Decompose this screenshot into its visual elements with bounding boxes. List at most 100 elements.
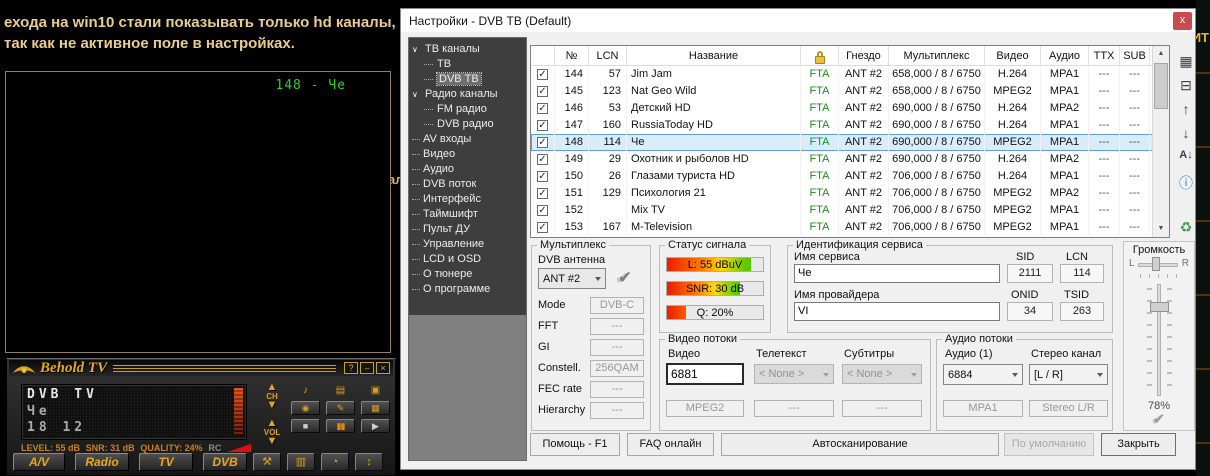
channel-checkbox[interactable]: ✓ <box>537 171 548 182</box>
tree-item[interactable]: DVB поток <box>409 177 526 192</box>
mode-tv-button[interactable]: TV <box>139 453 193 471</box>
audio-pid-select[interactable]: 6884 <box>943 364 1023 385</box>
video-pid-input[interactable]: 6881 <box>666 363 744 385</box>
header-access[interactable] <box>801 46 839 65</box>
header-num[interactable]: № <box>555 46 589 65</box>
info-icon[interactable]: ⓘ <box>1174 173 1198 193</box>
volume-slider-track[interactable] <box>1157 284 1161 396</box>
service-name-input[interactable]: Че <box>794 264 1000 283</box>
sort-az-icon[interactable]: A↓ <box>1174 149 1198 161</box>
channel-checkbox[interactable]: ✓ <box>537 69 548 80</box>
channel-checkbox[interactable]: ✓ <box>537 205 548 216</box>
mode-av-button[interactable]: A/V <box>13 453 65 471</box>
table-row[interactable]: ✓ 145 123 Nat Geo Wild FTA ANT #2 658,00… <box>531 83 1169 100</box>
remove-row-icon[interactable]: ⊟ <box>1174 77 1198 94</box>
table-scrollbar[interactable]: ▲ ▼ <box>1152 46 1169 237</box>
move-down-icon[interactable]: ↓ <box>1174 125 1198 141</box>
epg-update-icon[interactable]: ♻ <box>1174 219 1198 236</box>
move-up-icon[interactable]: ↑ <box>1174 101 1198 117</box>
stop-button[interactable]: ■ <box>291 419 320 433</box>
speaker-icon[interactable]: ♪ <box>291 384 320 397</box>
play-button[interactable]: ▶ <box>361 419 390 433</box>
footer-button[interactable]: Закрыть <box>1101 433 1176 456</box>
header-lcn[interactable]: LCN <box>589 46 627 65</box>
table-header[interactable]: № LCN Название Гнездо Мультиплекс Видео … <box>531 46 1169 66</box>
table-row[interactable]: ✓ 146 53 Детский HD FTA ANT #2 690,000 /… <box>531 100 1169 117</box>
header-socket[interactable]: Гнездо <box>839 46 889 65</box>
table-row[interactable]: ✓ 144 57 Jim Jam FTA ANT #2 658,000 / 8 … <box>531 66 1169 83</box>
tree-item[interactable]: DVB ТВ <box>409 72 526 87</box>
tree-item[interactable]: FM радио <box>409 102 526 117</box>
header-sub[interactable]: SUB <box>1120 46 1150 65</box>
clapper-icon[interactable]: ▤ <box>326 384 355 397</box>
table-row[interactable]: ✓ 152 Mix TV FTA ANT #2 706,000 / 8 / 67… <box>531 202 1169 219</box>
header-audio[interactable]: Аудио <box>1041 46 1089 65</box>
footer-button[interactable]: FAQ онлайн <box>627 433 714 456</box>
channel-checkbox[interactable]: ✓ <box>537 120 548 131</box>
footer-button[interactable]: Автосканирование <box>721 433 999 456</box>
tree-item[interactable]: AV входы <box>409 132 526 147</box>
footer-button[interactable]: По умолчанию <box>1004 433 1094 456</box>
antenna-select[interactable]: ANT #2 <box>538 268 606 289</box>
volume-up-icon[interactable]: ▲ <box>267 419 278 428</box>
mic-button[interactable]: ✎ <box>326 401 355 415</box>
stereo-select[interactable]: [L / R] <box>1029 364 1108 385</box>
table-row[interactable]: ✓ 153 167 M-Television FTA ANT #2 706,00… <box>531 219 1169 236</box>
header-checkbox-col[interactable] <box>531 46 555 65</box>
table-row[interactable]: ✓ 150 26 Глазами туриста HD FTA ANT #2 7… <box>531 168 1169 185</box>
preset-arrows-button[interactable]: ↕ <box>355 453 383 471</box>
tree-item[interactable]: Таймшифт <box>409 207 526 222</box>
volume-slider-thumb[interactable] <box>1150 302 1169 312</box>
header-mux[interactable]: Мультиплекс <box>889 46 985 65</box>
header-name[interactable]: Название <box>627 46 801 65</box>
channel-checkbox[interactable]: ✓ <box>537 222 548 233</box>
scroll-up-icon[interactable]: ▲ <box>1153 46 1169 62</box>
close-button[interactable]: × <box>376 362 390 374</box>
minimize-button[interactable]: – <box>360 362 374 374</box>
record-button[interactable]: ▦ <box>361 401 390 415</box>
header-video[interactable]: Видео <box>985 46 1041 65</box>
channel-checkbox[interactable]: ✓ <box>537 137 548 148</box>
pause-button[interactable]: ▮▮ <box>326 419 355 433</box>
footer-button[interactable]: Помощь - F1 <box>530 433 620 456</box>
scrollbar-thumb[interactable] <box>1154 63 1168 109</box>
channel-checkbox[interactable]: ✓ <box>537 154 548 165</box>
tree-item[interactable]: О программе <box>409 282 526 297</box>
dialog-titlebar[interactable]: Настройки - DVB ТВ (Default) <box>401 9 1195 32</box>
channel-up-icon[interactable]: ▲ <box>267 383 278 392</box>
channel-down-icon[interactable]: ▼ <box>267 401 278 410</box>
header-ttx[interactable]: TTX <box>1089 46 1120 65</box>
tree-item[interactable]: LCD и OSD <box>409 252 526 267</box>
tree-item[interactable]: Пульт ДУ <box>409 222 526 237</box>
tree-item[interactable]: Управление <box>409 237 526 252</box>
table-row[interactable]: ✓ 148 114 Че FTA ANT #2 690,000 / 8 / 67… <box>531 134 1169 151</box>
tree-item[interactable]: О тюнере <box>409 267 526 282</box>
scroll-down-icon[interactable]: ▼ <box>1153 221 1169 237</box>
tree-item[interactable]: DVB радио <box>409 117 526 132</box>
channel-checkbox[interactable]: ✓ <box>537 103 548 114</box>
wrench-button[interactable]: ⚒ <box>253 453 281 471</box>
tree-item[interactable]: Интерфейс <box>409 192 526 207</box>
tree-item[interactable]: Радио каналы <box>409 87 526 102</box>
scheduler-button[interactable]: ◔ <box>321 453 349 471</box>
mode-dvb-button[interactable]: DVB <box>203 453 247 471</box>
table-row[interactable]: ✓ 149 29 Охотник и рыболов HD FTA ANT #2… <box>531 151 1169 168</box>
tree-item[interactable]: Аудио <box>409 162 526 177</box>
monitor-icon[interactable]: ▣ <box>361 384 390 397</box>
snapshot-button[interactable]: ◉ <box>291 401 320 415</box>
balance-slider-thumb[interactable] <box>1152 257 1160 271</box>
help-button[interactable]: ? <box>344 362 358 374</box>
channel-checkbox[interactable]: ✓ <box>537 86 548 97</box>
table-row[interactable]: ✓ 147 160 RussiaToday HD FTA ANT #2 690,… <box>531 117 1169 134</box>
tree-item[interactable]: ТВ каналы <box>409 42 526 57</box>
channel-checkbox[interactable]: ✓ <box>537 188 548 199</box>
volume-down-icon[interactable]: ▼ <box>267 437 278 446</box>
mode-radio-button[interactable]: Radio <box>75 453 129 471</box>
film-button[interactable]: ▥ <box>287 453 315 471</box>
select-all-grid-icon[interactable]: ▦ <box>1174 53 1198 70</box>
provider-input[interactable]: VI <box>794 302 1000 321</box>
tree-item[interactable]: ТВ <box>409 57 526 72</box>
player-titlebar[interactable]: Behold TV ? – × <box>9 360 393 376</box>
dialog-close-button[interactable]: x <box>1173 12 1192 30</box>
table-row[interactable]: ✓ 151 129 Психология 21 FTA ANT #2 706,0… <box>531 185 1169 202</box>
